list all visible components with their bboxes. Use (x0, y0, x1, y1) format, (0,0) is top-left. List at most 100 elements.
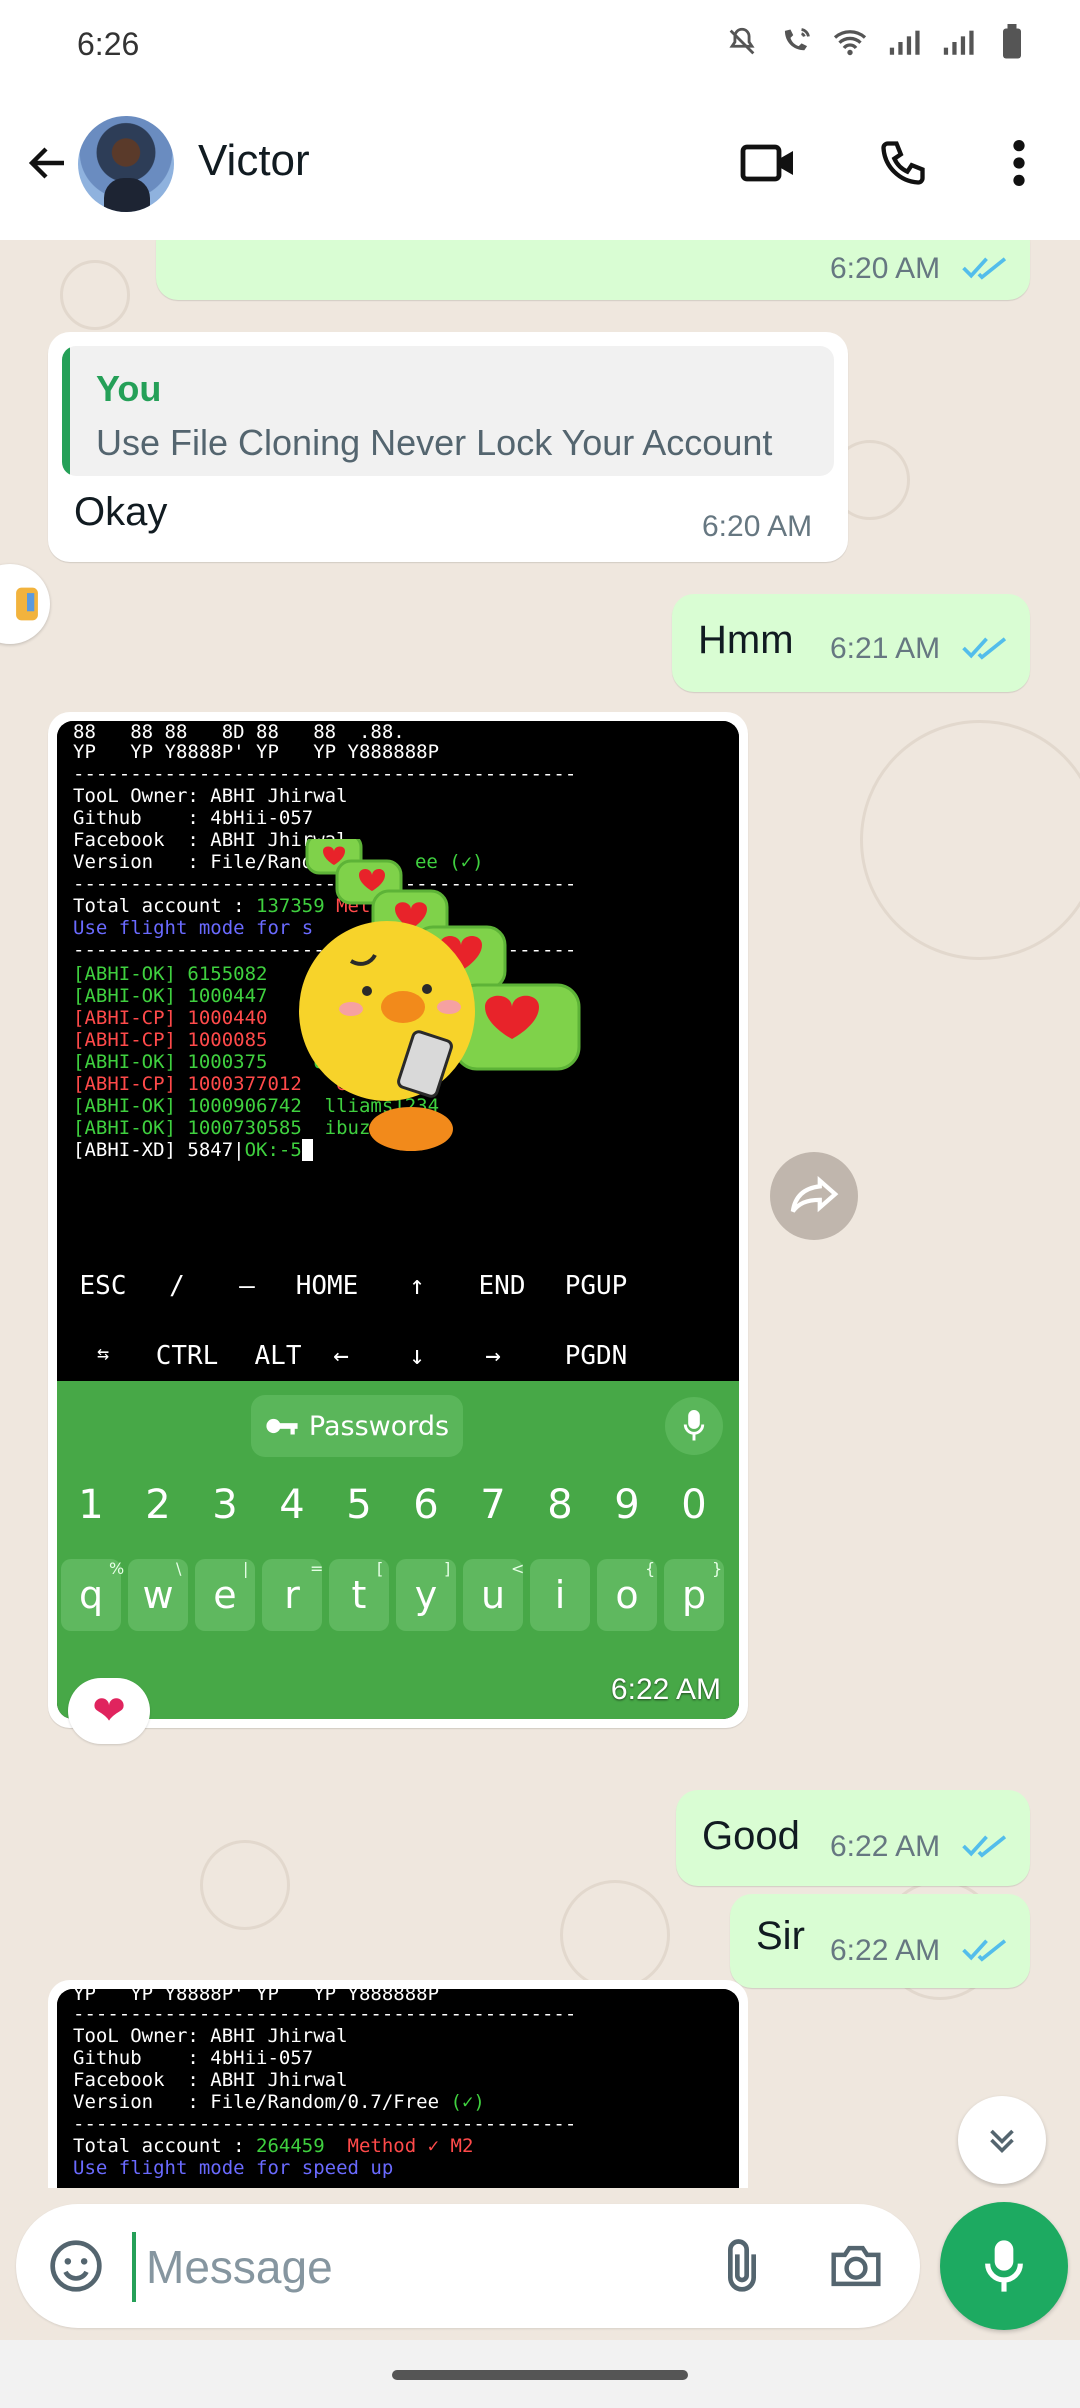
forward-button[interactable] (770, 1152, 858, 1240)
message-text: Hmm (698, 618, 794, 662)
video-call-button[interactable] (736, 130, 802, 196)
terminal-line: 88 88 88 8D 88 88 .88. (73, 721, 405, 743)
terminal-key: PGDN (564, 1341, 628, 1371)
mute-icon (724, 22, 760, 62)
home-gesture-handle[interactable] (392, 2370, 688, 2380)
avatar[interactable] (78, 116, 174, 212)
overflow-menu-button[interactable] (986, 130, 1052, 196)
terminal-line: ----------------------------------------… (73, 2113, 577, 2135)
message-text: Sir (756, 1914, 805, 1958)
keyboard-key: 7 (480, 1482, 506, 1528)
message-time: 6:21 AM (830, 632, 941, 665)
terminal-screen: YP YP Y8888P' YP YP Y888888P -----------… (57, 1989, 739, 2200)
keyboard-hints: % \ | = [ ] < { } (109, 1559, 723, 1578)
passwords-chip: Passwords (251, 1395, 463, 1457)
key-icon (266, 1418, 298, 1435)
scroll-to-bottom-button[interactable] (958, 2096, 1046, 2184)
keyboard-screenshot: Passwords 1 2 3 4 5 6 7 8 9 0 q w e r t (57, 1381, 739, 1719)
screenshot-image[interactable]: 88 88 88 8D 88 88 .88. YP YP Y8888P' YP … (57, 721, 739, 1719)
status-bar: 6:26 (0, 0, 1080, 88)
double-check-icon (962, 1835, 1007, 1858)
message-bubble-outgoing[interactable]: Good 6:22 AM (676, 1790, 1030, 1886)
terminal-key: ALT (254, 1341, 302, 1371)
status-icons (724, 22, 1030, 62)
terminal-key: ESC (79, 1271, 127, 1301)
image-message[interactable]: YP YP Y8888P' YP YP Y888888P -----------… (48, 1980, 748, 2200)
paperclip-icon (728, 2239, 756, 2292)
wallpaper-doodle (560, 1880, 670, 1990)
terminal-line: Use flight mode for speed up (73, 2157, 394, 2179)
signal-icon (886, 22, 922, 62)
quote-text: Use File Cloning Never Lock Your Account (96, 422, 773, 463)
voice-call-button[interactable] (870, 130, 936, 196)
side-peek-icon[interactable] (0, 564, 50, 644)
chat-area[interactable]: 6:20 AM You Use File Cloning Never Lock … (0, 240, 1080, 2200)
keyboard-key: 4 (279, 1482, 305, 1528)
emoji-icon (50, 2240, 102, 2292)
chat-header: Victor (0, 88, 1080, 240)
keyboard-key: 3 (212, 1482, 238, 1528)
double-chevron-down-icon (990, 2129, 1014, 2154)
keyboard-key: 9 (614, 1482, 640, 1528)
system-navigation-bar (0, 2340, 1080, 2408)
quote-author: You (96, 368, 162, 409)
terminal-line: [ABHI-CP] 1000440 (73, 1007, 268, 1029)
terminal-line: [ABHI-CP] 1000085 (73, 1029, 268, 1051)
message-time: 6:20 AM (702, 510, 813, 543)
arrow-left-icon (28, 147, 64, 179)
terminal-key: CTRL (155, 1341, 219, 1371)
terminal-line: ----------------------------------------… (73, 763, 577, 785)
terminal-line: TooL Owner: ABHI Jhirwal (73, 785, 348, 807)
back-button[interactable] (18, 130, 78, 196)
message-bubble-incoming[interactable]: You Use File Cloning Never Lock Your Acc… (48, 332, 848, 562)
terminal-key: ← (333, 1341, 349, 1371)
terminal-key: — (239, 1271, 255, 1301)
phone-icon (881, 141, 925, 185)
message-input[interactable] (132, 2232, 692, 2302)
screenshot-image[interactable]: YP YP Y8888P' YP YP Y888888P -----------… (57, 1989, 739, 2200)
image-message[interactable]: 88 88 88 8D 88 88 .88. YP YP Y8888P' YP … (48, 712, 748, 1728)
attach-button[interactable] (706, 2230, 778, 2302)
keyboard-key: 0 (681, 1482, 707, 1528)
terminal-key: HOME (295, 1271, 359, 1301)
wifi-call-icon (778, 22, 814, 62)
terminal-key: ↓ (409, 1341, 425, 1371)
terminal-line: Github : 4bHii-057 (73, 807, 314, 829)
terminal-line: Version : File/Random/0.7/Free (✓) (73, 2091, 485, 2113)
microphone-icon (985, 2240, 1023, 2292)
forward-icon (790, 1176, 839, 1213)
camera-button[interactable] (820, 2230, 892, 2302)
terminal-line: ----------------------------------------… (73, 2003, 577, 2025)
camera-icon (831, 2245, 881, 2287)
quote-accent-bar (62, 346, 70, 476)
message-time: 6:22 AM (830, 1934, 941, 1967)
message-bubble-outgoing[interactable]: Hmm 6:21 AM (672, 594, 1030, 692)
terminal-line: Github : 4bHii-057 (73, 2047, 314, 2069)
terminal-line: Total account : 264459 Method ✓ M2 (73, 2135, 474, 2157)
keyboard-key: 6 (413, 1482, 439, 1528)
terminal-key: → (485, 1341, 501, 1371)
signal-icon-2 (940, 22, 976, 62)
terminal-key: PGUP (564, 1271, 628, 1301)
message-bubble-outgoing[interactable]: 6:20 AM (156, 240, 1030, 300)
terminal-key: / (169, 1271, 185, 1301)
wallpaper-doodle (200, 1840, 290, 1930)
reaction-badge[interactable]: ❤ (68, 1678, 150, 1744)
terminal-key: ⇆ (96, 1341, 110, 1365)
quoted-message[interactable]: You Use File Cloning Never Lock Your Acc… (62, 346, 834, 476)
message-time: 6:22 AM (830, 1830, 941, 1863)
wifi-icon (832, 22, 868, 62)
wallpaper-doodle (860, 720, 1080, 960)
message-text: Okay (74, 490, 168, 534)
emoji-button[interactable] (40, 2230, 112, 2302)
keyboard-key: 2 (145, 1482, 171, 1528)
heart-icon: ❤ (92, 1689, 126, 1733)
more-vertical-icon (1013, 140, 1025, 186)
message-time: 6:20 AM (830, 252, 941, 285)
wallpaper-doodle (60, 260, 130, 330)
message-bubble-outgoing[interactable]: Sir 6:22 AM (730, 1894, 1030, 1988)
status-time: 6:26 (77, 26, 140, 62)
keyboard-key: 1 (78, 1482, 104, 1528)
contact-name[interactable]: Victor (198, 136, 310, 186)
voice-message-button[interactable] (940, 2202, 1068, 2330)
